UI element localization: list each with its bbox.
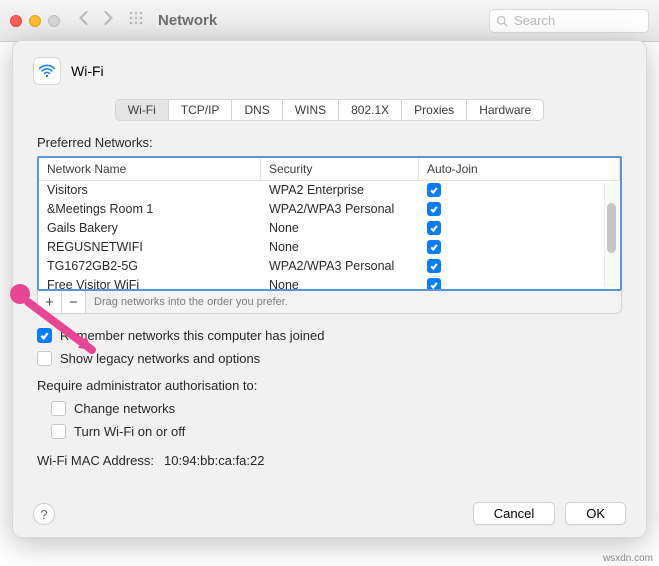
cell-auto-join[interactable] bbox=[419, 181, 620, 200]
back-button[interactable] bbox=[78, 10, 89, 31]
col-network-name[interactable]: Network Name bbox=[39, 158, 261, 180]
cancel-button[interactable]: Cancel bbox=[473, 502, 555, 525]
watermark: wsxdn.com bbox=[603, 553, 653, 564]
tab-wins[interactable]: WINS bbox=[283, 99, 339, 121]
autojoin-checkbox[interactable] bbox=[427, 240, 441, 254]
tab-hardware[interactable]: Hardware bbox=[467, 99, 544, 121]
autojoin-checkbox[interactable] bbox=[427, 202, 441, 216]
show-all-icon[interactable] bbox=[128, 10, 144, 31]
search-placeholder: Search bbox=[514, 13, 555, 28]
cell-network-name: Gails Bakery bbox=[39, 219, 261, 238]
remove-network-button[interactable]: − bbox=[62, 291, 86, 313]
cell-auto-join[interactable] bbox=[419, 219, 620, 238]
legacy-networks-checkbox[interactable] bbox=[37, 351, 52, 366]
cell-auto-join[interactable] bbox=[419, 276, 620, 289]
cell-network-name: Free Visitor WiFi bbox=[39, 276, 261, 289]
table-row[interactable]: Gails BakeryNone bbox=[39, 219, 620, 238]
table-scrollbar[interactable] bbox=[604, 183, 618, 287]
legacy-networks-label: Show legacy networks and options bbox=[60, 351, 260, 366]
preferred-networks-table[interactable]: Network Name Security Auto-Join Visitors… bbox=[37, 156, 622, 291]
autojoin-checkbox[interactable] bbox=[427, 259, 441, 273]
table-toolbar: + − Drag networks into the order you pre… bbox=[37, 291, 622, 314]
wifi-icon bbox=[33, 57, 61, 85]
window-traffic-lights bbox=[10, 15, 60, 27]
minimize-window-button[interactable] bbox=[29, 15, 41, 27]
cell-network-name: Visitors bbox=[39, 181, 261, 200]
forward-button[interactable] bbox=[103, 10, 114, 31]
add-network-button[interactable]: + bbox=[38, 291, 62, 313]
cell-security: None bbox=[261, 276, 419, 289]
drag-hint: Drag networks into the order you prefer. bbox=[86, 296, 288, 308]
cell-auto-join[interactable] bbox=[419, 200, 620, 219]
table-row[interactable]: VisitorsWPA2 Enterprise bbox=[39, 181, 620, 200]
titlebar: Network Search bbox=[0, 0, 659, 42]
tab-dns[interactable]: DNS bbox=[232, 99, 282, 121]
cell-auto-join[interactable] bbox=[419, 257, 620, 276]
wifi-advanced-sheet: Wi-Fi Wi-FiTCP/IPDNSWINS802.1XProxiesHar… bbox=[12, 40, 647, 538]
cell-security: WPA2/WPA3 Personal bbox=[261, 200, 419, 219]
cell-network-name: &Meetings Room 1 bbox=[39, 200, 261, 219]
table-row[interactable]: Free Visitor WiFiNone bbox=[39, 276, 620, 289]
table-row[interactable]: TG1672GB2-5GWPA2/WPA3 Personal bbox=[39, 257, 620, 276]
ok-button[interactable]: OK bbox=[565, 502, 626, 525]
turn-wifi-label: Turn Wi-Fi on or off bbox=[74, 424, 185, 439]
search-icon bbox=[496, 15, 508, 27]
cell-security: None bbox=[261, 238, 419, 257]
cell-security: None bbox=[261, 219, 419, 238]
col-security[interactable]: Security bbox=[261, 158, 419, 180]
system-prefs-window: Network Search bbox=[0, 0, 659, 42]
cell-security: WPA2 Enterprise bbox=[261, 181, 419, 200]
help-button[interactable]: ? bbox=[33, 503, 55, 525]
autojoin-checkbox[interactable] bbox=[427, 278, 441, 289]
sheet-title: Wi-Fi bbox=[71, 63, 104, 79]
autojoin-checkbox[interactable] bbox=[427, 221, 441, 235]
preferred-networks-label: Preferred Networks: bbox=[37, 135, 622, 150]
autojoin-checkbox[interactable] bbox=[427, 183, 441, 197]
tab-802-1x[interactable]: 802.1X bbox=[339, 99, 402, 121]
tab-bar: Wi-FiTCP/IPDNSWINS802.1XProxiesHardware bbox=[13, 99, 646, 121]
change-networks-label: Change networks bbox=[74, 401, 175, 416]
cell-security: WPA2/WPA3 Personal bbox=[261, 257, 419, 276]
remember-networks-checkbox[interactable] bbox=[37, 328, 52, 343]
window-title: Network bbox=[158, 12, 217, 29]
turn-wifi-checkbox[interactable] bbox=[51, 424, 66, 439]
table-row[interactable]: &Meetings Room 1WPA2/WPA3 Personal bbox=[39, 200, 620, 219]
tab-proxies[interactable]: Proxies bbox=[402, 99, 467, 121]
close-window-button[interactable] bbox=[10, 15, 22, 27]
cell-network-name: REGUSNETWIFI bbox=[39, 238, 261, 257]
mac-address-label: Wi-Fi MAC Address: bbox=[37, 453, 154, 468]
require-admin-label: Require administrator authorisation to: bbox=[37, 378, 622, 393]
tab-wi-fi[interactable]: Wi-Fi bbox=[115, 99, 169, 121]
table-header: Network Name Security Auto-Join bbox=[39, 158, 620, 181]
change-networks-checkbox[interactable] bbox=[51, 401, 66, 416]
zoom-window-button[interactable] bbox=[48, 15, 60, 27]
table-row[interactable]: REGUSNETWIFINone bbox=[39, 238, 620, 257]
remember-networks-label: Remember networks this computer has join… bbox=[60, 328, 324, 343]
cell-auto-join[interactable] bbox=[419, 238, 620, 257]
col-auto-join[interactable]: Auto-Join bbox=[419, 158, 620, 180]
scroll-thumb[interactable] bbox=[607, 203, 616, 253]
tab-tcp-ip[interactable]: TCP/IP bbox=[169, 99, 233, 121]
search-field[interactable]: Search bbox=[489, 9, 649, 33]
cell-network-name: TG1672GB2-5G bbox=[39, 257, 261, 276]
mac-address-value: 10:94:bb:ca:fa:22 bbox=[164, 453, 264, 468]
